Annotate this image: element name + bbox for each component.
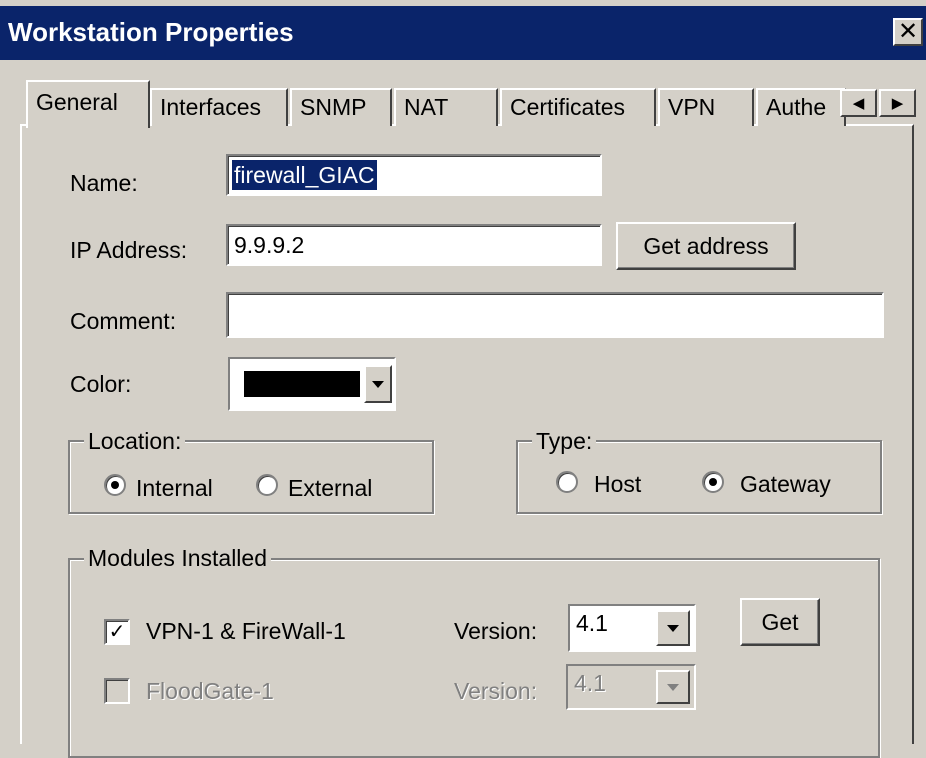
get-address-button[interactable]: Get address <box>616 222 796 270</box>
color-swatch <box>244 371 360 397</box>
vpn-firewall-version-select[interactable]: 4.1 <box>568 604 696 652</box>
color-dropdown-button[interactable] <box>364 365 392 403</box>
close-icon: ✕ <box>897 18 919 45</box>
tab-scroll-left-button[interactable]: ◀ <box>840 89 877 117</box>
tab-certificates[interactable]: Certificates <box>500 88 656 126</box>
ip-address-label: IP Address: <box>70 237 188 263</box>
chevron-down-icon <box>372 380 384 388</box>
arrow-left-icon: ◀ <box>852 95 865 112</box>
checkmark-icon: ✓ <box>108 621 126 643</box>
location-external-label: External <box>288 475 373 501</box>
version-value: 4.1 <box>576 610 608 636</box>
chevron-down-icon <box>667 683 679 691</box>
tab-label: Authe <box>766 94 827 120</box>
location-legend: Location: <box>84 428 186 455</box>
get-address-label: Get address <box>643 232 769 259</box>
close-button[interactable]: ✕ <box>893 18 923 46</box>
tab-snmp[interactable]: SNMP <box>290 88 392 126</box>
type-host-radio[interactable] <box>556 471 578 493</box>
tab-nat[interactable]: NAT <box>394 88 498 126</box>
color-select[interactable] <box>228 357 396 411</box>
vpn-firewall-version-label: Version: <box>454 618 538 644</box>
color-label: Color: <box>70 371 132 397</box>
tab-interfaces[interactable]: Interfaces <box>150 88 288 126</box>
location-internal-radio[interactable] <box>104 474 126 496</box>
floodgate-label: FloodGate-1 <box>146 678 274 704</box>
type-gateway-radio[interactable] <box>702 471 724 493</box>
comment-input[interactable] <box>226 292 884 338</box>
tab-label: General <box>36 89 118 115</box>
comment-label: Comment: <box>70 308 177 334</box>
get-button-label: Get <box>761 608 799 635</box>
tab-label: SNMP <box>300 94 367 120</box>
tab-authentication[interactable]: Authe <box>756 88 846 126</box>
floodgate-checkbox[interactable] <box>104 678 130 704</box>
tab-vpn[interactable]: VPN <box>658 88 754 126</box>
modules-group <box>68 558 880 758</box>
tab-label: Interfaces <box>160 94 261 120</box>
ip-address-input[interactable] <box>226 224 602 266</box>
tab-general[interactable]: General <box>26 80 150 128</box>
get-version-button[interactable]: Get <box>740 598 820 646</box>
location-internal-label: Internal <box>136 475 213 501</box>
type-legend: Type: <box>532 428 597 455</box>
modules-legend: Modules Installed <box>84 545 271 572</box>
tab-label: VPN <box>668 94 716 120</box>
floodgate-version-select[interactable]: 4.1 <box>566 664 696 710</box>
vpn-firewall-checkbox[interactable]: ✓ <box>104 619 130 645</box>
name-selection: firewall_GIAC <box>232 160 377 190</box>
tab-label: Certificates <box>510 94 626 120</box>
type-host-label: Host <box>594 471 642 497</box>
name-label: Name: <box>70 170 138 196</box>
location-external-radio[interactable] <box>256 474 278 496</box>
window-title: Workstation Properties <box>8 17 294 47</box>
arrow-right-icon: ▶ <box>891 95 904 112</box>
tab-scroll-buttons: ◀ ▶ <box>840 89 918 117</box>
tab-scroll-right-button[interactable]: ▶ <box>879 89 916 117</box>
vpn-firewall-label: VPN-1 & FireWall-1 <box>146 618 346 644</box>
tab-label: NAT <box>404 94 449 120</box>
version-dropdown-button[interactable] <box>656 610 690 646</box>
version-dropdown-button[interactable] <box>656 670 690 704</box>
floodgate-version-label: Version: <box>454 678 538 704</box>
chevron-down-icon <box>667 624 679 632</box>
type-gateway-label: Gateway <box>740 471 831 497</box>
version-value: 4.1 <box>574 670 606 696</box>
